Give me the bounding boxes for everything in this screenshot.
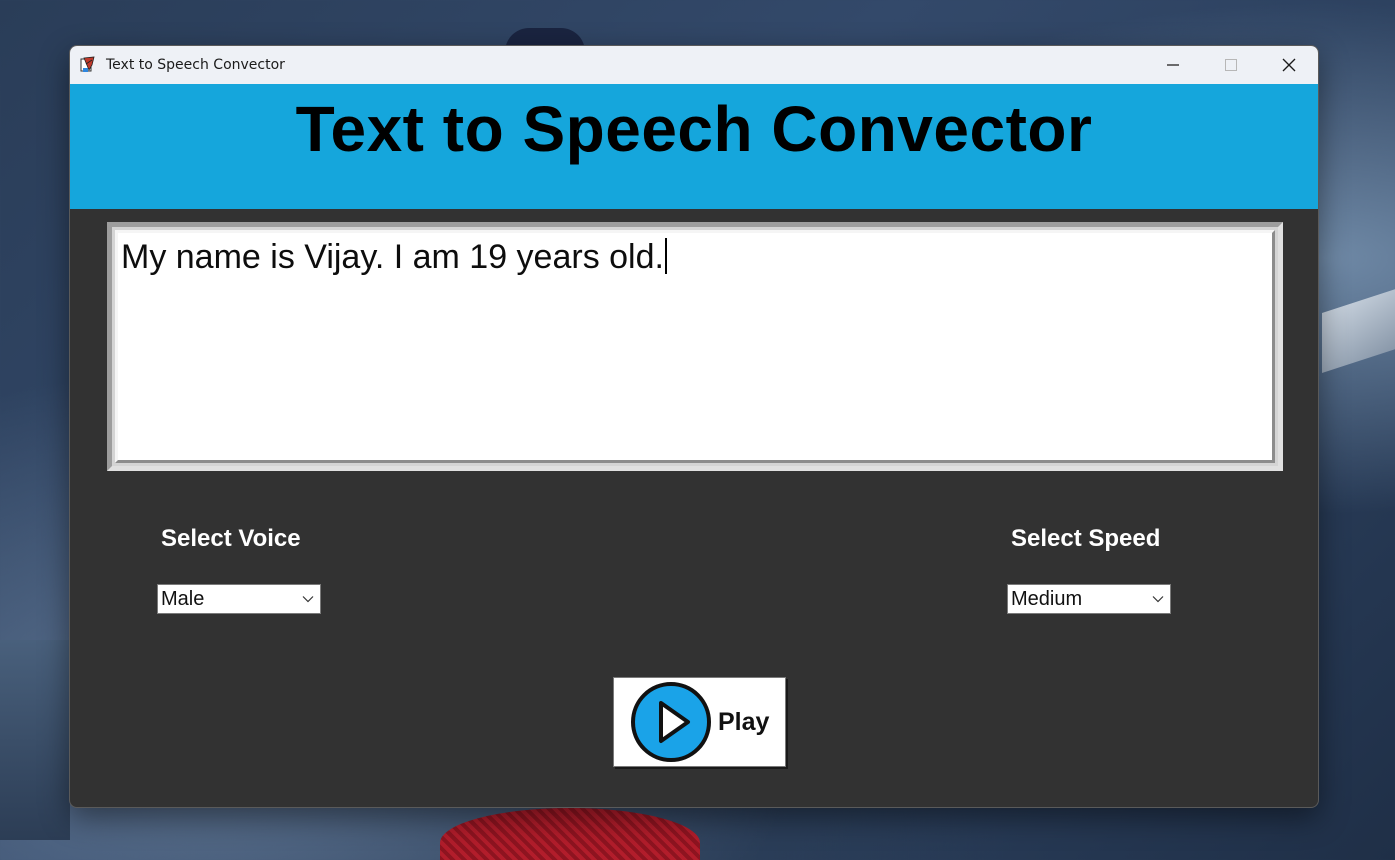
voice-select-value: Male xyxy=(161,587,205,610)
maximize-icon xyxy=(1225,59,1237,71)
play-circle-icon xyxy=(631,682,711,762)
chevron-down-icon xyxy=(302,596,314,603)
select-voice-label: Select Voice xyxy=(161,525,301,552)
speed-select[interactable]: Medium xyxy=(1007,584,1171,614)
text-input-border: My name is Vijay. I am 19 years old. xyxy=(115,230,1275,463)
voice-select[interactable]: Male xyxy=(157,584,321,614)
wallpaper-shape xyxy=(1322,287,1395,373)
play-button-label: Play xyxy=(718,707,770,736)
minimize-button[interactable] xyxy=(1144,46,1202,84)
play-button[interactable]: Play xyxy=(613,677,786,767)
close-icon xyxy=(1282,58,1296,72)
select-speed-label: Select Speed xyxy=(1011,525,1161,552)
app-feather-icon xyxy=(80,56,98,74)
close-button[interactable] xyxy=(1260,46,1318,84)
minimize-icon xyxy=(1167,64,1179,66)
text-input[interactable]: My name is Vijay. I am 19 years old. xyxy=(118,233,1272,460)
text-input-value: My name is Vijay. I am 19 years old. xyxy=(121,238,664,276)
chevron-down-icon xyxy=(1152,596,1164,603)
wallpaper-shape xyxy=(440,808,700,860)
header-banner: Text to Speech Convector xyxy=(70,84,1318,209)
speed-select-value: Medium xyxy=(1011,587,1083,610)
wallpaper-shape xyxy=(0,640,70,840)
window-title: Text to Speech Convector xyxy=(106,57,285,73)
app-window: Text to Speech Convector Text to Speech … xyxy=(69,45,1319,808)
maximize-button[interactable] xyxy=(1202,46,1260,84)
text-input-frame: My name is Vijay. I am 19 years old. xyxy=(107,222,1283,471)
window-controls xyxy=(1144,46,1318,84)
page-title: Text to Speech Convector xyxy=(295,93,1093,165)
text-cursor xyxy=(664,238,667,274)
title-bar[interactable]: Text to Speech Convector xyxy=(70,46,1318,84)
